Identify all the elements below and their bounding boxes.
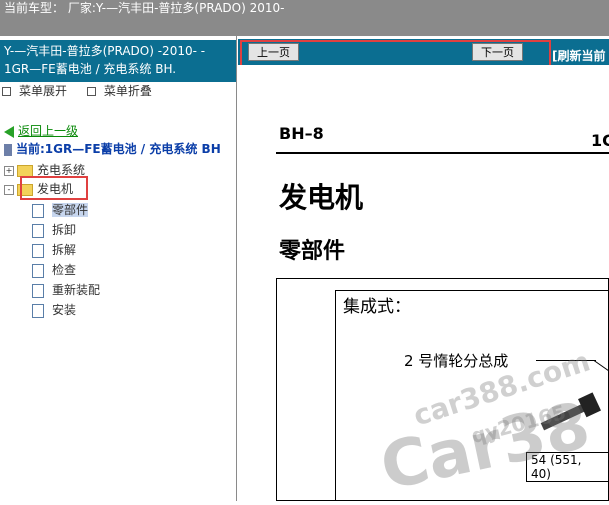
current-location-label: 当前:1GR—FE蓄电池 / 充电系统 BH bbox=[16, 142, 221, 156]
left-navigation-panel: Y-—汽丰田-普拉多(PRADO) -2010- - 1GR—FE蓄电池 / 充… bbox=[0, 36, 237, 501]
document-subheading: 零部件 bbox=[279, 239, 346, 264]
tree-item-reassembly[interactable]: 重新装配 bbox=[32, 281, 100, 298]
back-link-label: 返回上一级 bbox=[18, 124, 79, 138]
square-icon bbox=[86, 87, 96, 96]
expand-menu-button[interactable]: 菜单展开 bbox=[2, 84, 75, 98]
location-pin-icon bbox=[4, 143, 12, 156]
section-code: BH–8 bbox=[279, 124, 324, 143]
tree-item-removal[interactable]: 拆卸 bbox=[32, 221, 76, 238]
collapse-menu-label: 菜单折叠 bbox=[103, 84, 152, 98]
tree-item-label: 安装 bbox=[52, 303, 77, 317]
collapse-menu-button[interactable]: 菜单折叠 bbox=[86, 84, 160, 98]
header-rule bbox=[276, 152, 609, 154]
document-icon bbox=[32, 263, 44, 278]
figure-label: 集成式： bbox=[343, 297, 411, 317]
expand-plus-icon[interactable]: + bbox=[4, 165, 14, 176]
tree-item-label: 充电系统 bbox=[37, 163, 86, 177]
top-status-bar: 当前车型： 厂家:Y-—汽丰田-普拉多(PRADO) 2010- bbox=[0, 0, 609, 36]
tree-item-label: 重新装配 bbox=[52, 283, 101, 297]
tree-item-label: 拆卸 bbox=[52, 223, 77, 237]
document-icon bbox=[32, 223, 44, 238]
tree-item-installation[interactable]: 安装 bbox=[32, 301, 76, 318]
tree-item-label: 零部件 bbox=[52, 203, 89, 217]
menu-toggle-row: 菜单展开 菜单折叠 bbox=[2, 82, 168, 99]
collapse-minus-icon[interactable]: - bbox=[4, 184, 14, 195]
document-icon bbox=[32, 283, 44, 298]
current-model-text: 当前车型： 厂家:Y-—汽丰田-普拉多(PRADO) 2010- bbox=[4, 1, 285, 15]
document-icon bbox=[32, 303, 44, 318]
section-code-right: 1G bbox=[591, 131, 609, 150]
folder-icon bbox=[17, 164, 33, 177]
tree-item-label: 拆解 bbox=[52, 243, 77, 257]
tree-item-label: 检查 bbox=[52, 263, 77, 277]
back-link[interactable]: 返回上一级 bbox=[4, 122, 78, 139]
highlight-box-alternator bbox=[20, 176, 88, 200]
document-icon bbox=[32, 203, 44, 218]
left-panel-title: Y-—汽丰田-普拉多(PRADO) -2010- - 1GR—FE蓄电池 / 充… bbox=[0, 40, 236, 82]
square-icon bbox=[2, 87, 11, 96]
callout-idler-assembly: 2 号惰轮分总成 bbox=[404, 352, 509, 370]
document-heading: 发电机 bbox=[279, 181, 364, 214]
tree-item-components[interactable]: 零部件 bbox=[32, 201, 89, 218]
refresh-current-link[interactable]: [刷新当前 bbox=[552, 47, 606, 64]
document-icon bbox=[32, 243, 44, 258]
expand-menu-label: 菜单展开 bbox=[19, 84, 68, 98]
tree-item-inspection[interactable]: 检查 bbox=[32, 261, 76, 278]
back-arrow-icon bbox=[4, 125, 14, 138]
tree-item-disassembly[interactable]: 拆解 bbox=[32, 241, 76, 258]
current-location: 当前:1GR—FE蓄电池 / 充电系统 BH bbox=[4, 140, 221, 157]
